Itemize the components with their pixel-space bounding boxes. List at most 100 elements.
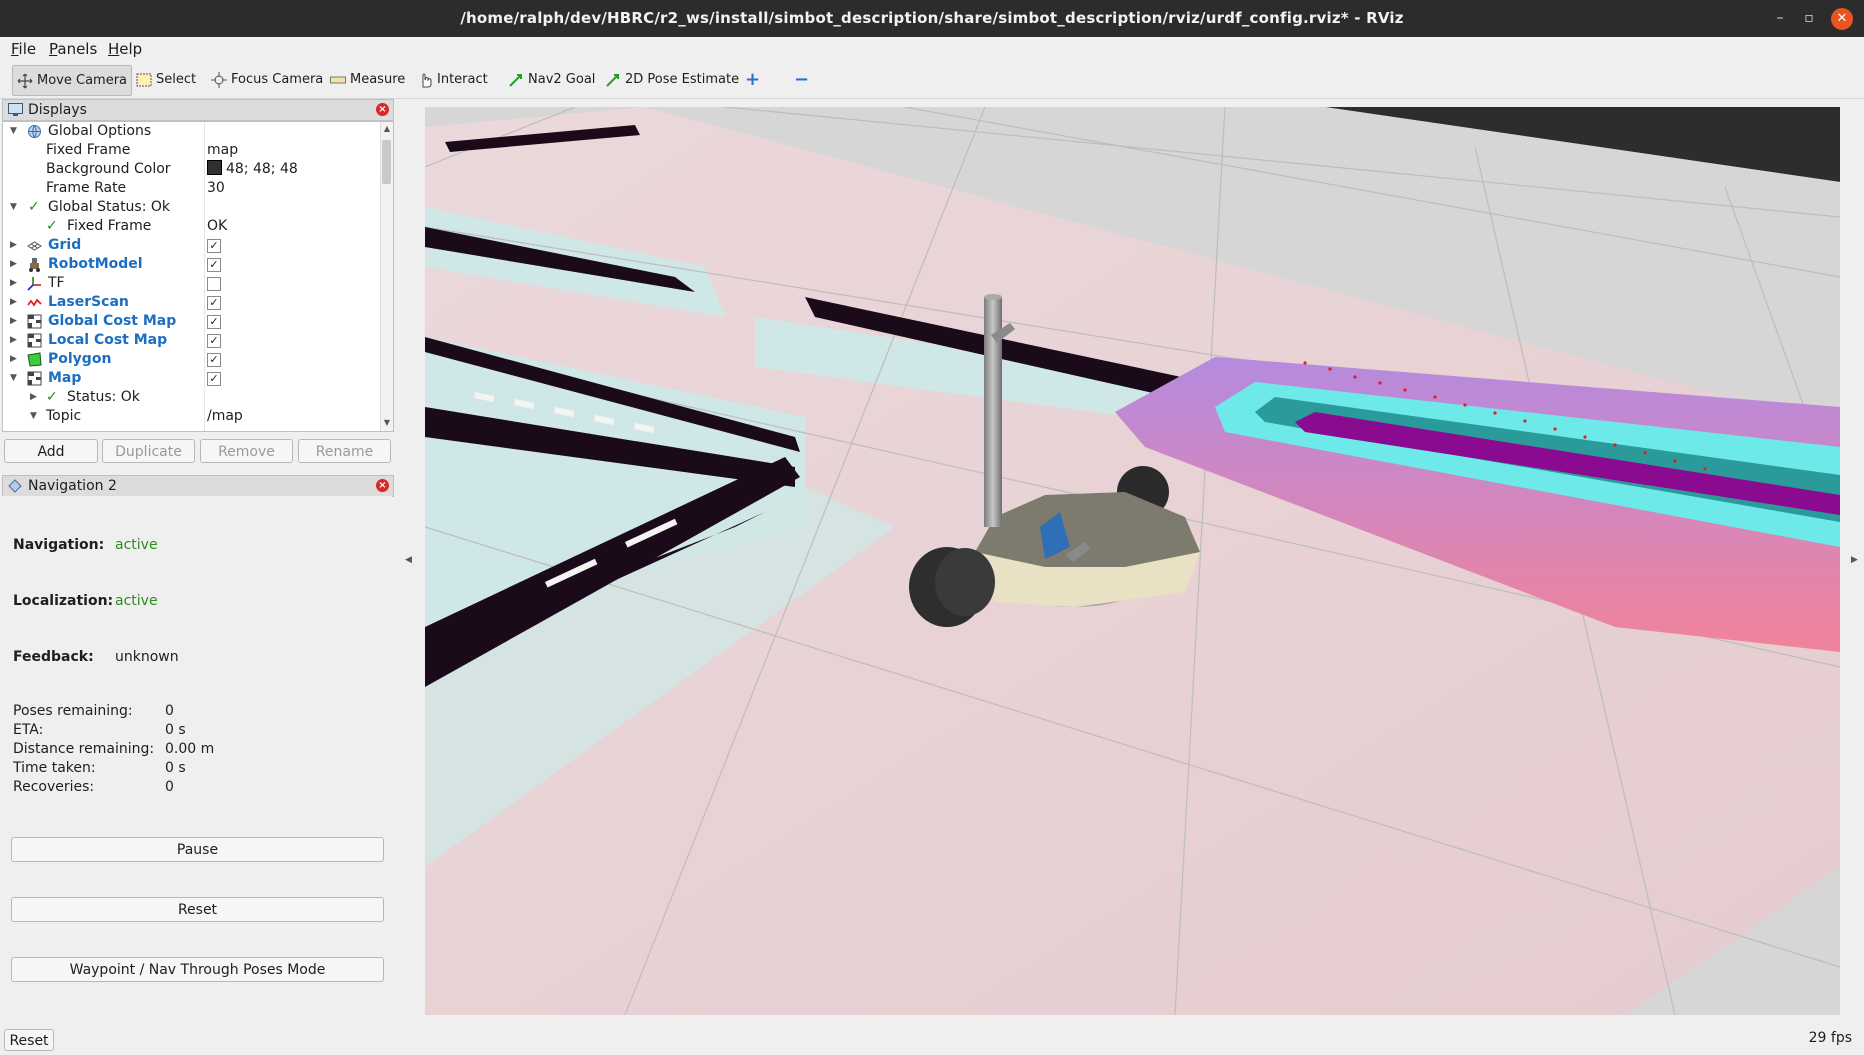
tool-2d-pose-estimate[interactable]: 2D Pose Estimate (601, 65, 743, 94)
tree-label: Background Color (46, 161, 171, 177)
tree-value[interactable]: /map (207, 407, 243, 426)
tree-row-grid[interactable]: ▶ Grid ✓ (3, 236, 381, 255)
tree-row-map[interactable]: ▼ Map ✓ (3, 369, 381, 388)
tree-row-fixed-frame[interactable]: Fixed Frame map (3, 141, 381, 160)
tree-row-tf[interactable]: ▶ TF (3, 274, 381, 293)
robotmodel-checkbox[interactable]: ✓ (207, 258, 221, 272)
tree-value[interactable]: map (207, 141, 238, 160)
tool-nav2-goal[interactable]: Nav2 Goal (504, 65, 599, 94)
polygon-checkbox[interactable]: ✓ (207, 353, 221, 367)
laserscan-checkbox[interactable]: ✓ (207, 296, 221, 310)
map-icon (27, 314, 42, 329)
collapsed-arrow-icon[interactable]: ▶ (10, 236, 17, 255)
collapsed-arrow-icon[interactable]: ▶ (10, 331, 17, 350)
tool-move-camera[interactable]: Move Camera (12, 65, 133, 96)
collapse-right-icon[interactable]: ▶ (1851, 555, 1858, 565)
map-icon (27, 371, 42, 386)
navigation-label: Navigation: (13, 537, 105, 553)
collapsed-arrow-icon[interactable]: ▶ (10, 312, 17, 331)
global-cost-map-checkbox[interactable]: ✓ (207, 315, 221, 329)
duplicate-display-button[interactable]: Duplicate (102, 439, 195, 463)
tool-focus-camera[interactable]: Focus Camera (207, 65, 327, 94)
expand-arrow-icon[interactable]: ▼ (10, 122, 17, 141)
3d-scene[interactable] (425, 107, 1840, 1015)
tree-row-robotmodel[interactable]: ▶ RobotModel ✓ (3, 255, 381, 274)
navigation-status: active (115, 537, 158, 553)
localization-status: active (115, 593, 158, 609)
grid-checkbox[interactable]: ✓ (207, 239, 221, 253)
tree-label: Status: Ok (67, 389, 140, 405)
render-viewport[interactable] (425, 107, 1840, 1015)
menu-file[interactable]: File (11, 39, 36, 59)
waypoint-mode-button[interactable]: Waypoint / Nav Through Poses Mode (11, 957, 384, 982)
minimize-button[interactable]: – (1766, 0, 1794, 37)
ruler-icon (330, 76, 346, 83)
tree-row-map-status[interactable]: ▶ ✓ Status: Ok (3, 388, 381, 407)
tool-label: Move Camera (37, 73, 128, 88)
close-icon[interactable]: × (376, 479, 389, 492)
add-display-button[interactable]: Add (4, 439, 98, 463)
tool-select[interactable]: Select (132, 65, 200, 94)
color-swatch[interactable] (207, 160, 222, 175)
tree-label: Global Options (48, 123, 152, 139)
tree-row-local-cost-map[interactable]: ▶ Local Cost Map ✓ (3, 331, 381, 350)
pause-button[interactable]: Pause (11, 837, 384, 862)
navigation-panel-header: Navigation 2 × (2, 475, 394, 497)
tree-row-global-status[interactable]: ▼ ✓ Global Status: Ok (3, 198, 381, 217)
maximize-button[interactable]: ▫ (1795, 0, 1823, 37)
tree-label: TF (48, 275, 65, 291)
tree-value[interactable]: 48; 48; 48 (207, 160, 298, 179)
collapsed-arrow-icon[interactable]: ▶ (10, 350, 17, 369)
tree-row-global-cost-map[interactable]: ▶ Global Cost Map ✓ (3, 312, 381, 331)
local-cost-map-checkbox[interactable]: ✓ (207, 334, 221, 348)
tree-scrollbar[interactable]: ▲ ▼ (380, 122, 393, 431)
localization-label: Localization: (13, 593, 114, 609)
collapsed-arrow-icon[interactable]: ▶ (30, 388, 37, 407)
fps-counter: 29 fps (1808, 1030, 1852, 1046)
tree-row-polygon[interactable]: ▶ Polygon ✓ (3, 350, 381, 369)
scroll-down-icon[interactable]: ▼ (382, 418, 392, 428)
scroll-up-icon[interactable]: ▲ (382, 124, 392, 134)
add-tool-button[interactable]: + (741, 65, 764, 94)
reset-time-button[interactable]: Reset (4, 1029, 54, 1051)
tree-label: Map (48, 370, 82, 386)
displays-tree: ▼ Global Options Fixed Frame map Backgro… (2, 121, 394, 432)
close-icon[interactable]: × (376, 103, 389, 116)
reset-navigation-button[interactable]: Reset (11, 897, 384, 922)
menu-help[interactable]: Help (108, 39, 142, 59)
front-wheel-face (935, 548, 995, 616)
tool-measure[interactable]: Measure (326, 65, 409, 94)
tree-row-laserscan[interactable]: ▶ LaserScan ✓ (3, 293, 381, 312)
expand-arrow-icon[interactable]: ▼ (30, 407, 37, 426)
title-bar: /home/ralph/dev/HBRC/r2_ws/install/simbo… (0, 0, 1864, 37)
scrollbar-thumb[interactable] (382, 140, 391, 184)
expand-arrow-icon[interactable]: ▼ (10, 369, 17, 388)
rename-display-button[interactable]: Rename (298, 439, 391, 463)
collapse-left-icon[interactable]: ◀ (405, 555, 412, 565)
tree-row-frame-rate[interactable]: Frame Rate 30 (3, 179, 381, 198)
tree-row-fixed-frame-status[interactable]: ✓ Fixed Frame OK (3, 217, 381, 236)
tree-label: Global Status: Ok (48, 199, 171, 215)
tree-value[interactable]: 30 (207, 179, 225, 198)
menu-panels[interactable]: Panels (49, 39, 97, 59)
collapsed-arrow-icon[interactable]: ▶ (10, 293, 17, 312)
displays-panel-title: Displays (28, 102, 87, 118)
close-button[interactable]: ✕ (1831, 8, 1853, 30)
tree-label: Fixed Frame (46, 142, 131, 158)
collapsed-arrow-icon[interactable]: ▶ (10, 274, 17, 293)
feedback-value: unknown (115, 649, 179, 665)
tree-row-topic[interactable]: ▼ Topic /map (3, 407, 381, 426)
collapsed-arrow-icon[interactable]: ▶ (10, 255, 17, 274)
tree-label: Local Cost Map (48, 332, 168, 348)
tool-label: Interact (437, 72, 488, 87)
color-value: 48; 48; 48 (226, 161, 298, 177)
expand-arrow-icon[interactable]: ▼ (10, 198, 17, 217)
map-checkbox[interactable]: ✓ (207, 372, 221, 386)
tree-row-global-options[interactable]: ▼ Global Options (3, 122, 381, 141)
tf-checkbox[interactable] (207, 277, 221, 291)
tree-row-background-color[interactable]: Background Color 48; 48; 48 (3, 160, 381, 179)
tool-label: Measure (350, 72, 406, 87)
remove-display-button[interactable]: Remove (200, 439, 293, 463)
tool-interact[interactable]: Interact (415, 65, 492, 94)
remove-tool-button[interactable]: − (790, 65, 813, 94)
